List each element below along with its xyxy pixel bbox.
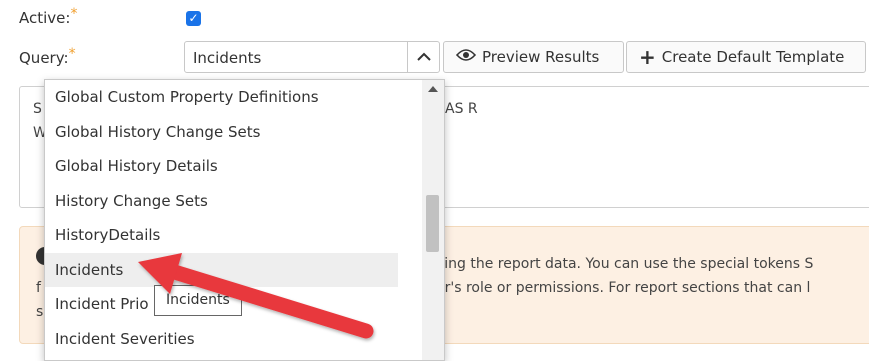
scroll-up-icon[interactable] <box>428 86 438 92</box>
scrollbar-thumb[interactable] <box>426 195 439 252</box>
eye-icon <box>455 48 477 66</box>
create-default-template-label: Create Default Template <box>661 48 845 66</box>
query-label-text: Query: <box>19 49 69 67</box>
plus-icon: + <box>639 45 656 69</box>
active-label-text: Active: <box>19 9 71 27</box>
info-line3-start: s <box>36 304 44 320</box>
required-marker: * <box>70 6 78 22</box>
editor-line1-start: S <box>33 101 42 117</box>
dropdown-scrollbar[interactable] <box>422 80 444 360</box>
chevron-up-icon[interactable] <box>407 42 439 72</box>
active-label: Active:* <box>19 6 78 27</box>
info-line2-end: er's role or permissions. For report sec… <box>436 280 811 296</box>
query-dropdown-list[interactable]: Global Custom Property Definitions Globa… <box>44 79 445 361</box>
dropdown-item[interactable]: Global Custom Property Definitions <box>45 80 398 114</box>
preview-results-label: Preview Results <box>482 48 600 66</box>
preview-results-button[interactable]: Preview Results <box>443 41 624 73</box>
required-marker: * <box>68 46 76 62</box>
query-select[interactable]: Incidents <box>184 41 440 73</box>
dropdown-item[interactable]: Incident Severities <box>45 322 398 356</box>
dropdown-item[interactable]: History Change Sets <box>45 184 398 218</box>
create-default-template-button[interactable]: + Create Default Template <box>626 41 866 73</box>
check-icon: ✓ <box>188 11 199 25</box>
query-select-value: Incidents <box>193 49 262 67</box>
active-checkbox[interactable]: ✓ <box>186 11 201 26</box>
info-line1: ving the report data. You can use the sp… <box>436 256 814 272</box>
info-line2-start: f <box>36 280 41 296</box>
editor-line1-end: AS R <box>445 101 478 117</box>
query-label: Query:* <box>19 46 76 67</box>
dropdown-item[interactable]: Global History Change Sets <box>45 115 398 149</box>
dropdown-item[interactable]: HistoryDetails <box>45 218 398 252</box>
tooltip: Incidents <box>154 285 242 316</box>
dropdown-item[interactable]: Global History Details <box>45 149 398 183</box>
dropdown-item-highlighted[interactable]: Incidents <box>45 253 398 287</box>
